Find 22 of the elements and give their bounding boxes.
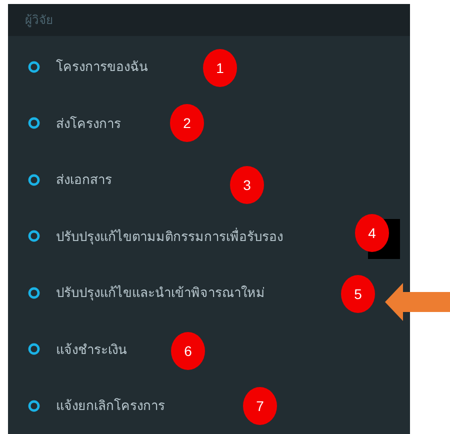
menu-item[interactable]: โครงการของฉัน <box>56 56 148 78</box>
circle-icon <box>28 117 40 130</box>
number-badge: 5 <box>341 274 375 312</box>
number-badge: 1 <box>203 48 237 86</box>
number-badge: 3 <box>230 166 264 204</box>
section-header: ผู้วิจัย <box>8 4 410 36</box>
menu-item[interactable]: ส่งโครงการ <box>56 112 121 134</box>
circle-icon <box>28 286 40 299</box>
number-badge: 2 <box>170 104 204 142</box>
circle-icon <box>28 230 40 242</box>
menu-item[interactable]: แจ้งยกเลิกโครงการ <box>56 395 165 416</box>
menu-item[interactable]: ปรับปรุงแก้ไขและนำเข้าพิจารณาใหม่ <box>56 282 265 304</box>
circle-icon <box>28 343 40 356</box>
number-badge: 7 <box>243 386 277 424</box>
number-badge: 4 <box>355 214 389 252</box>
menu-item[interactable]: ปรับปรุงแก้ไขตามมติกรรมการเพื่อรับรอง <box>56 226 283 247</box>
number-badge: 6 <box>171 332 205 370</box>
circle-icon <box>28 60 40 73</box>
menu-item[interactable]: แจ้งชำระเงิน <box>56 338 127 360</box>
menu-item[interactable]: ส่งเอกสาร <box>56 169 112 190</box>
circle-icon <box>28 400 40 412</box>
circle-icon <box>28 174 40 186</box>
